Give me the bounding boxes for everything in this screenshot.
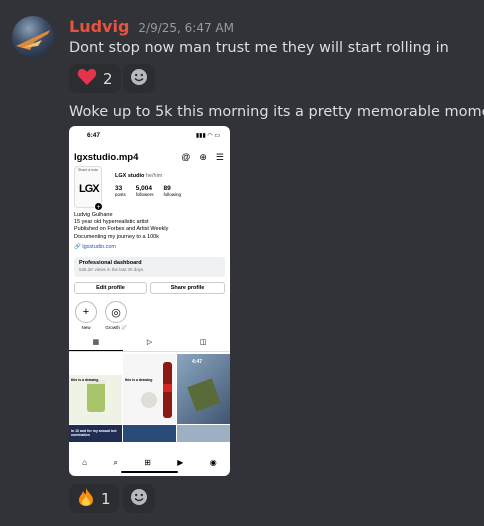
plus-icon: + <box>75 301 97 323</box>
ig-bottom-nav: ⌂ ⌕ ⊞ ▶ ◉ <box>69 458 230 468</box>
highlight-growth: ◎ Growth 📈 <box>105 301 127 331</box>
stat-following: 89 following <box>164 185 182 197</box>
message-text: Woke up to 5k this morning its a pretty … <box>69 104 484 120</box>
status-icons: ▮▮▮ ◠ ▭ <box>195 133 220 139</box>
smiley-icon <box>130 488 148 510</box>
reels-icon: ▶ <box>177 458 184 467</box>
stat-label: following <box>163 192 182 197</box>
dashboard-subtitle: 536.2K views in the last 30 days. <box>79 267 145 272</box>
ig-username: lgxstudio.mp4 <box>74 152 139 163</box>
status-time: 6:47 <box>87 132 101 139</box>
bio-line: 15 year old hyperrealistic artist <box>74 219 149 226</box>
home-icon: ⌂ <box>82 458 88 467</box>
ig-bio: Ludvig Gulhane 15 year old hyperrealisti… <box>74 212 168 241</box>
professional-dashboard: Professional dashboard 536.2K views in t… <box>74 257 225 277</box>
post-caption: in 10 and for my annual bot nomination <box>71 429 117 437</box>
username[interactable]: Ludvig <box>69 17 129 36</box>
dashboard-title: Professional dashboard <box>79 260 142 266</box>
post-caption: this is a drawing <box>125 378 153 382</box>
pronouns: he/him <box>145 173 163 179</box>
stat-number: 33 <box>115 185 123 192</box>
grid-post <box>177 425 230 442</box>
bio-line: Published on Forbes and Artist Weekly <box>74 226 169 233</box>
ig-header-icons: @ ⊕ ☰ <box>181 152 224 163</box>
stat-followers: 5,004 followers <box>136 185 154 197</box>
reaction-heart[interactable]: 2 <box>69 64 121 93</box>
share-note-label: Share a note <box>77 168 99 172</box>
menu-icon: ☰ <box>215 152 224 162</box>
stat-posts: 33 posts <box>115 185 126 197</box>
grid-icon: ▦ <box>69 338 123 351</box>
message-text: Dont stop now man trust me they will sta… <box>69 40 449 56</box>
highlight-label: Growth 📈 <box>105 325 127 330</box>
profile-icon: ◉ <box>209 458 217 467</box>
add-reaction-button[interactable] <box>123 484 155 513</box>
highlight-label: New <box>81 325 91 330</box>
cola-bottle-image <box>141 362 172 418</box>
search-icon: ⌕ <box>113 458 118 467</box>
phone-drawing-image <box>187 378 221 412</box>
smiley-icon <box>130 68 148 90</box>
create-icon: ⊞ <box>144 458 151 467</box>
share-profile-button: Share profile <box>150 282 225 294</box>
attachment-image[interactable]: 6:47 ▮▮▮ ◠ ▭ lgxstudio.mp4 @ ⊕ ☰ Share a… <box>69 126 230 476</box>
ig-link: 🔗 lgxstudio.com <box>74 244 116 250</box>
home-indicator <box>121 471 178 473</box>
grid-post <box>123 425 176 442</box>
threads-icon: @ <box>181 152 191 162</box>
avatar[interactable] <box>12 16 54 58</box>
edit-profile-button: Edit profile <box>74 282 147 294</box>
reaction-fire[interactable]: 1 <box>69 484 119 513</box>
tagged-icon: ◫ <box>199 339 207 346</box>
ig-display-name: LGX studio he/him <box>115 173 162 179</box>
highlight-new: + New <box>75 301 97 330</box>
stat-label: followers <box>135 192 154 197</box>
reels-icon: ▷ <box>146 339 153 346</box>
avatar-image <box>16 30 50 50</box>
fire-icon <box>77 487 95 511</box>
link-text: lgxstudio.com <box>82 244 117 250</box>
bio-line: Ludvig Gulhane <box>74 212 113 218</box>
ig-stats: 33 posts 5,004 followers 89 following <box>115 185 181 197</box>
reaction-count: 2 <box>103 69 113 88</box>
heart-icon <box>77 68 97 90</box>
message-header: Ludvig 2/9/25, 6:47 AM <box>69 17 234 36</box>
growth-icon: ◎ <box>105 301 127 323</box>
logo: LGX <box>79 183 100 195</box>
timestamp[interactable]: 2/9/25, 6:47 AM <box>138 21 234 35</box>
bio-line: Documenting my journey to a 100k <box>74 233 159 240</box>
post-caption: 4:47 <box>192 359 203 365</box>
post-caption: this is a drawing <box>71 378 99 382</box>
stat-number: 5,004 <box>135 185 153 192</box>
ig-tabs: ▦ ▷ ◫ <box>69 338 230 352</box>
grid-post: this is a drawing <box>69 354 122 424</box>
add-reaction-button[interactable] <box>123 64 155 93</box>
stat-label: posts <box>115 192 126 197</box>
plus-icon: + <box>94 202 103 211</box>
matcha-drink-image <box>87 380 105 412</box>
add-icon: ⊕ <box>199 152 207 162</box>
grid-post: in 10 and for my annual bot nomination <box>69 425 122 442</box>
reaction-count: 1 <box>101 489 111 508</box>
grid-post: 4:47 <box>177 354 230 424</box>
ig-profile-picture: Share a note LGX + <box>74 166 103 211</box>
stat-number: 89 <box>163 185 171 192</box>
link-icon: 🔗 <box>74 244 81 250</box>
grid-post: this is a drawing <box>123 354 176 424</box>
display-name: LGX studio <box>115 173 145 179</box>
